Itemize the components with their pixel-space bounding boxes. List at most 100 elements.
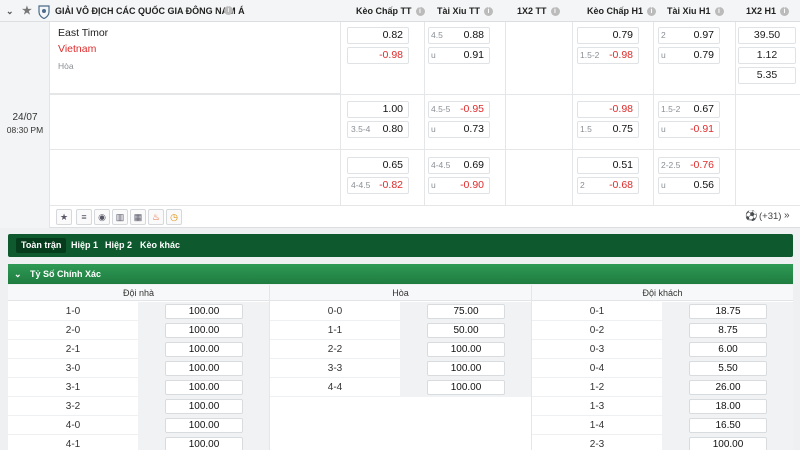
odds-ou-ft-under[interactable]: 0.91 [428, 47, 490, 64]
database-icon[interactable]: ≡ [76, 209, 92, 225]
odds-hdp-h1-home[interactable]: 0.51 [577, 157, 639, 174]
info-icon[interactable]: i [415, 7, 425, 17]
score-label: 2-1 [65, 344, 81, 355]
score-row: 0-0 75.00 [270, 302, 531, 321]
score-row: 2-0 100.00 [8, 321, 269, 340]
star-icon[interactable]: ★ [22, 0, 32, 22]
tab-half-2[interactable]: Hiệp 2 [100, 238, 137, 253]
odds-ou-h1-under[interactable]: -0.91 [658, 121, 720, 138]
away-team[interactable]: Vietnam [58, 43, 96, 55]
tab-other-markets[interactable]: Kèo khác [135, 238, 185, 253]
bar-chart-icon[interactable]: ▥ [112, 209, 128, 225]
league-title[interactable]: GIẢI VÔ ĐỊCH CÁC QUỐC GIA ĐÔNG NAM Á [55, 0, 245, 22]
odds-ou-h1-under[interactable]: 0.79 [658, 47, 720, 64]
info-icon[interactable]: i [647, 7, 657, 17]
score-row: 2-2 100.00 [270, 340, 531, 359]
score-label: 0-1 [589, 306, 605, 317]
chevron-down-icon[interactable]: ⌄ [14, 264, 22, 284]
fire-icon[interactable]: ♨ [148, 209, 164, 225]
tab-half-1[interactable]: Hiệp 1 [66, 238, 103, 253]
score-row: 0-1 18.75 [532, 302, 793, 321]
score-odds-button[interactable]: 26.00 [689, 380, 767, 395]
odds-hdp-ft-home[interactable]: 1.00 [347, 101, 409, 118]
score-odds-button[interactable]: 100.00 [165, 361, 243, 376]
score-odds-button[interactable]: 100.00 [689, 437, 767, 450]
col-home: Đội nhà [8, 285, 269, 301]
score-odds-button[interactable]: 100.00 [165, 418, 243, 433]
col-ou-ft: Tài Xỉu TT i [437, 0, 494, 22]
odds-ou-h1-over[interactable]: 0.97 [658, 27, 720, 44]
score-odds-button[interactable]: 100.00 [165, 304, 243, 319]
score-odds-button[interactable]: 100.00 [165, 342, 243, 357]
info-icon[interactable]: i [714, 7, 724, 17]
score-label: 2-3 [589, 439, 605, 450]
score-odds-button[interactable]: 75.00 [427, 304, 505, 319]
info-icon[interactable]: i [224, 6, 233, 15]
col-1x2-ft: 1X2 TT i [517, 0, 560, 22]
score-label: 1-2 [589, 382, 605, 393]
info-icon[interactable]: i [550, 7, 560, 17]
col-draw: Hòa [270, 285, 531, 301]
score-odds-button[interactable]: 16.50 [689, 418, 767, 433]
score-label: 0-2 [589, 325, 605, 336]
odds-hdp-h1-away[interactable]: -0.68 [577, 177, 639, 194]
info-icon[interactable]: i [484, 7, 494, 17]
star-icon[interactable]: ★ [56, 209, 72, 225]
odds-hdp-h1-home[interactable]: 0.79 [577, 27, 639, 44]
score-odds-button[interactable]: 5.50 [689, 361, 767, 376]
grid-icon[interactable]: ▦ [130, 209, 146, 225]
score-row: 4-4 100.00 [270, 378, 531, 397]
odds-ou-h1-under[interactable]: 0.56 [658, 177, 720, 194]
odds-ou-ft-under[interactable]: -0.90 [428, 177, 490, 194]
score-odds-button[interactable]: 100.00 [165, 380, 243, 395]
odds-hdp-ft-away[interactable]: -0.98 [347, 47, 409, 64]
under-label: u [661, 124, 666, 134]
expand-icon[interactable]: » [784, 210, 790, 221]
odds-hdp-ft-home[interactable]: 0.65 [347, 157, 409, 174]
match-row: 24/07 08:30 PM East Timor Vietnam Hòa 0.… [0, 22, 800, 228]
odds-hdp-h1-home[interactable]: -0.98 [577, 101, 639, 118]
odds-ou-ft-under[interactable]: 0.73 [428, 121, 490, 138]
line-hdp-h1: 1.5-2 [580, 50, 600, 60]
match-icon-bar: ★ ≡ ◉ ▥ ▦ ♨ ◷ ⚽ (+31) » [50, 206, 800, 228]
score-row: 0-4 5.50 [532, 359, 793, 378]
score-odds-button[interactable]: 18.00 [689, 399, 767, 414]
more-markets-count[interactable]: (+31) [759, 211, 781, 222]
score-row: 0-2 8.75 [532, 321, 793, 340]
line-hdp-ft: 3.5-4 [351, 124, 371, 134]
score-odds-button[interactable]: 100.00 [165, 323, 243, 338]
score-row: 3-3 100.00 [270, 359, 531, 378]
score-odds-button[interactable]: 100.00 [427, 361, 505, 376]
odds-hdp-ft-home[interactable]: 0.82 [347, 27, 409, 44]
line-hdp-ft: 4-4.5 [351, 180, 371, 190]
line-ou-ft: 4-4.5 [431, 160, 451, 170]
home-team[interactable]: East Timor [58, 27, 108, 39]
score-odds-button[interactable]: 100.00 [427, 380, 505, 395]
eye-icon[interactable]: ◉ [94, 209, 110, 225]
score-odds-button[interactable]: 18.75 [689, 304, 767, 319]
score-odds-button[interactable]: 100.00 [427, 342, 505, 357]
correct-score-header[interactable]: ⌄ Tỷ Số Chính Xác [8, 264, 793, 284]
column-divider [735, 22, 736, 205]
score-odds-button[interactable]: 100.00 [165, 399, 243, 414]
league-logo-icon [38, 0, 50, 22]
score-label: 2-2 [327, 344, 343, 355]
score-row: 1-1 50.00 [270, 321, 531, 340]
info-icon[interactable]: i [780, 7, 790, 17]
under-label: u [431, 50, 436, 60]
odds-1x2-h1-home[interactable]: 39.50 [738, 27, 796, 44]
score-odds-button[interactable]: 6.00 [689, 342, 767, 357]
score-label: 0-4 [589, 363, 605, 374]
score-odds-button[interactable]: 100.00 [165, 437, 243, 450]
clock-icon[interactable]: ◷ [166, 209, 182, 225]
odds-1x2-h1-draw[interactable]: 5.35 [738, 67, 796, 84]
score-odds-button[interactable]: 8.75 [689, 323, 767, 338]
score-odds-button[interactable]: 50.00 [427, 323, 505, 338]
column-divider [505, 22, 506, 205]
score-label: 2-0 [65, 325, 81, 336]
col-away: Đội khách [532, 285, 793, 301]
chevron-down-icon[interactable]: ⌄ [6, 0, 14, 22]
column-divider [340, 22, 341, 205]
odds-1x2-h1-away[interactable]: 1.12 [738, 47, 796, 64]
tab-full-time[interactable]: Toàn trận [16, 238, 67, 253]
